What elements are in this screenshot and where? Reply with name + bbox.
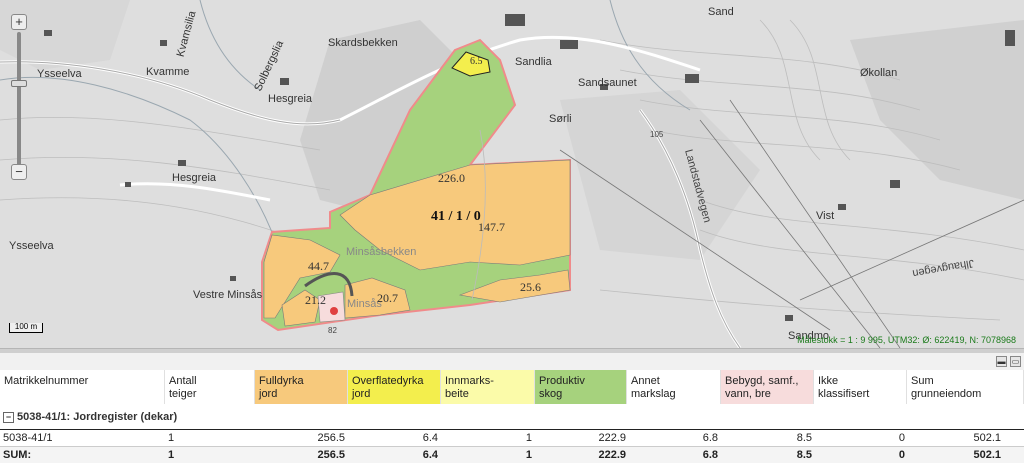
place-label: Skardsbekken — [328, 37, 398, 49]
place-label: Kvamme — [146, 66, 190, 78]
place-label: Sandlia — [515, 56, 552, 68]
place-label: Sandsaunet — [578, 77, 637, 89]
parcel-area-label: 21.2 — [305, 293, 326, 307]
zoom-slider-handle[interactable] — [11, 80, 27, 87]
parcel-area-label: 147.7 — [478, 220, 505, 234]
zoom-in-button[interactable]: + — [11, 14, 27, 30]
map-background — [0, 0, 1024, 348]
zoom-out-button[interactable]: − — [11, 164, 27, 180]
cell-annet: 6.8 — [702, 432, 718, 444]
cell-innmarksbeite: 1 — [525, 449, 532, 461]
maximize-panel-button[interactable]: ▭ — [1010, 356, 1021, 367]
place-label: Hesgreia — [172, 172, 217, 184]
road-number: 105 — [650, 130, 664, 139]
cell-ikke: 0 — [898, 449, 905, 461]
parcel-area-label: 226.0 — [438, 171, 465, 185]
column-header[interactable]: Annet markslag — [627, 370, 721, 404]
place-label: Sand — [708, 6, 734, 18]
parcel-id-label: 41 / 1 / 0 — [431, 209, 481, 224]
cell-teiger: 1 — [168, 432, 175, 444]
cell-matrikkel: 5038-41/1 — [3, 432, 53, 444]
group-header[interactable]: −5038-41/1: Jordregister (dekar) — [0, 407, 1024, 429]
panel-toolbar — [0, 353, 1024, 370]
cell-teiger: 1 — [168, 449, 175, 461]
cell-skog: 222.9 — [598, 432, 626, 444]
sum-row: SUM: 1 256.5 6.4 1 222.9 6.8 8.5 0 502.1 — [0, 446, 1024, 463]
cell-innmarksbeite: 1 — [525, 432, 532, 444]
collapse-icon[interactable]: − — [3, 412, 14, 423]
column-header[interactable]: Ikke klassifisert — [814, 370, 907, 404]
parcel-area-label: 44.7 — [308, 259, 329, 273]
parcel-area-label: 20.7 — [377, 291, 398, 305]
cell-sum: 502.1 — [973, 432, 1001, 444]
column-header[interactable]: Produktiv skog — [535, 370, 627, 404]
column-header[interactable]: Bebygd, samf., vann, bre — [721, 370, 814, 404]
cell-sum: 502.1 — [973, 449, 1001, 461]
place-label: Økollan — [860, 67, 898, 79]
cell-skog: 222.9 — [598, 449, 626, 461]
map-view[interactable]: Ysseelva Kvamme Kvamsilia Solbergslia He… — [0, 0, 1024, 348]
table-row[interactable]: 5038-41/1 1 256.5 6.4 1 222.9 6.8 8.5 0 … — [0, 429, 1024, 446]
place-label: Hesgreia — [268, 93, 313, 105]
column-header[interactable]: Sum grunneiendom — [907, 370, 1024, 404]
scale-bar: 100 m — [9, 323, 43, 333]
column-header[interactable]: Overflatedyrka jord — [348, 370, 441, 404]
parcel-area-label: 6.5 — [470, 56, 483, 67]
cell-ikke: 0 — [898, 432, 905, 444]
cell-matrikkel: SUM: — [3, 449, 32, 461]
cell-fulldyrka: 256.5 — [317, 449, 345, 461]
scale-readout: Målestokk = 1 : 9 995, UTM32: Ø: 622419,… — [797, 335, 1016, 345]
column-header[interactable]: Antall teiger — [165, 370, 255, 404]
place-label: Minsåsbekken — [346, 246, 417, 258]
place-label: Ysseelva — [9, 240, 54, 252]
place-label: Ysseelva — [37, 68, 82, 80]
cell-bebygd: 8.5 — [796, 432, 812, 444]
place-label: Vist — [816, 210, 835, 222]
column-header[interactable]: Innmarks-beite — [441, 370, 535, 404]
cell-overflatedyrka: 6.4 — [422, 449, 438, 461]
place-label: Vestre Minsås — [193, 289, 263, 301]
zoom-slider-track[interactable] — [17, 32, 21, 166]
minimize-panel-button[interactable]: ▬ — [996, 356, 1007, 367]
column-header[interactable]: Matrikkelnummer — [0, 370, 165, 404]
cell-fulldyrka: 256.5 — [317, 432, 345, 444]
cell-bebygd: 8.5 — [796, 449, 812, 461]
parcel-area-label: 25.6 — [520, 280, 541, 294]
group-label: 5038-41/1: Jordregister (dekar) — [17, 411, 178, 423]
cell-overflatedyrka: 6.4 — [422, 432, 438, 444]
place-label: Sørli — [549, 113, 572, 125]
zoom-control: + − — [11, 14, 27, 184]
column-header[interactable]: Fulldyrka jord — [255, 370, 348, 404]
road-number: 82 — [328, 326, 337, 335]
cell-annet: 6.8 — [702, 449, 718, 461]
